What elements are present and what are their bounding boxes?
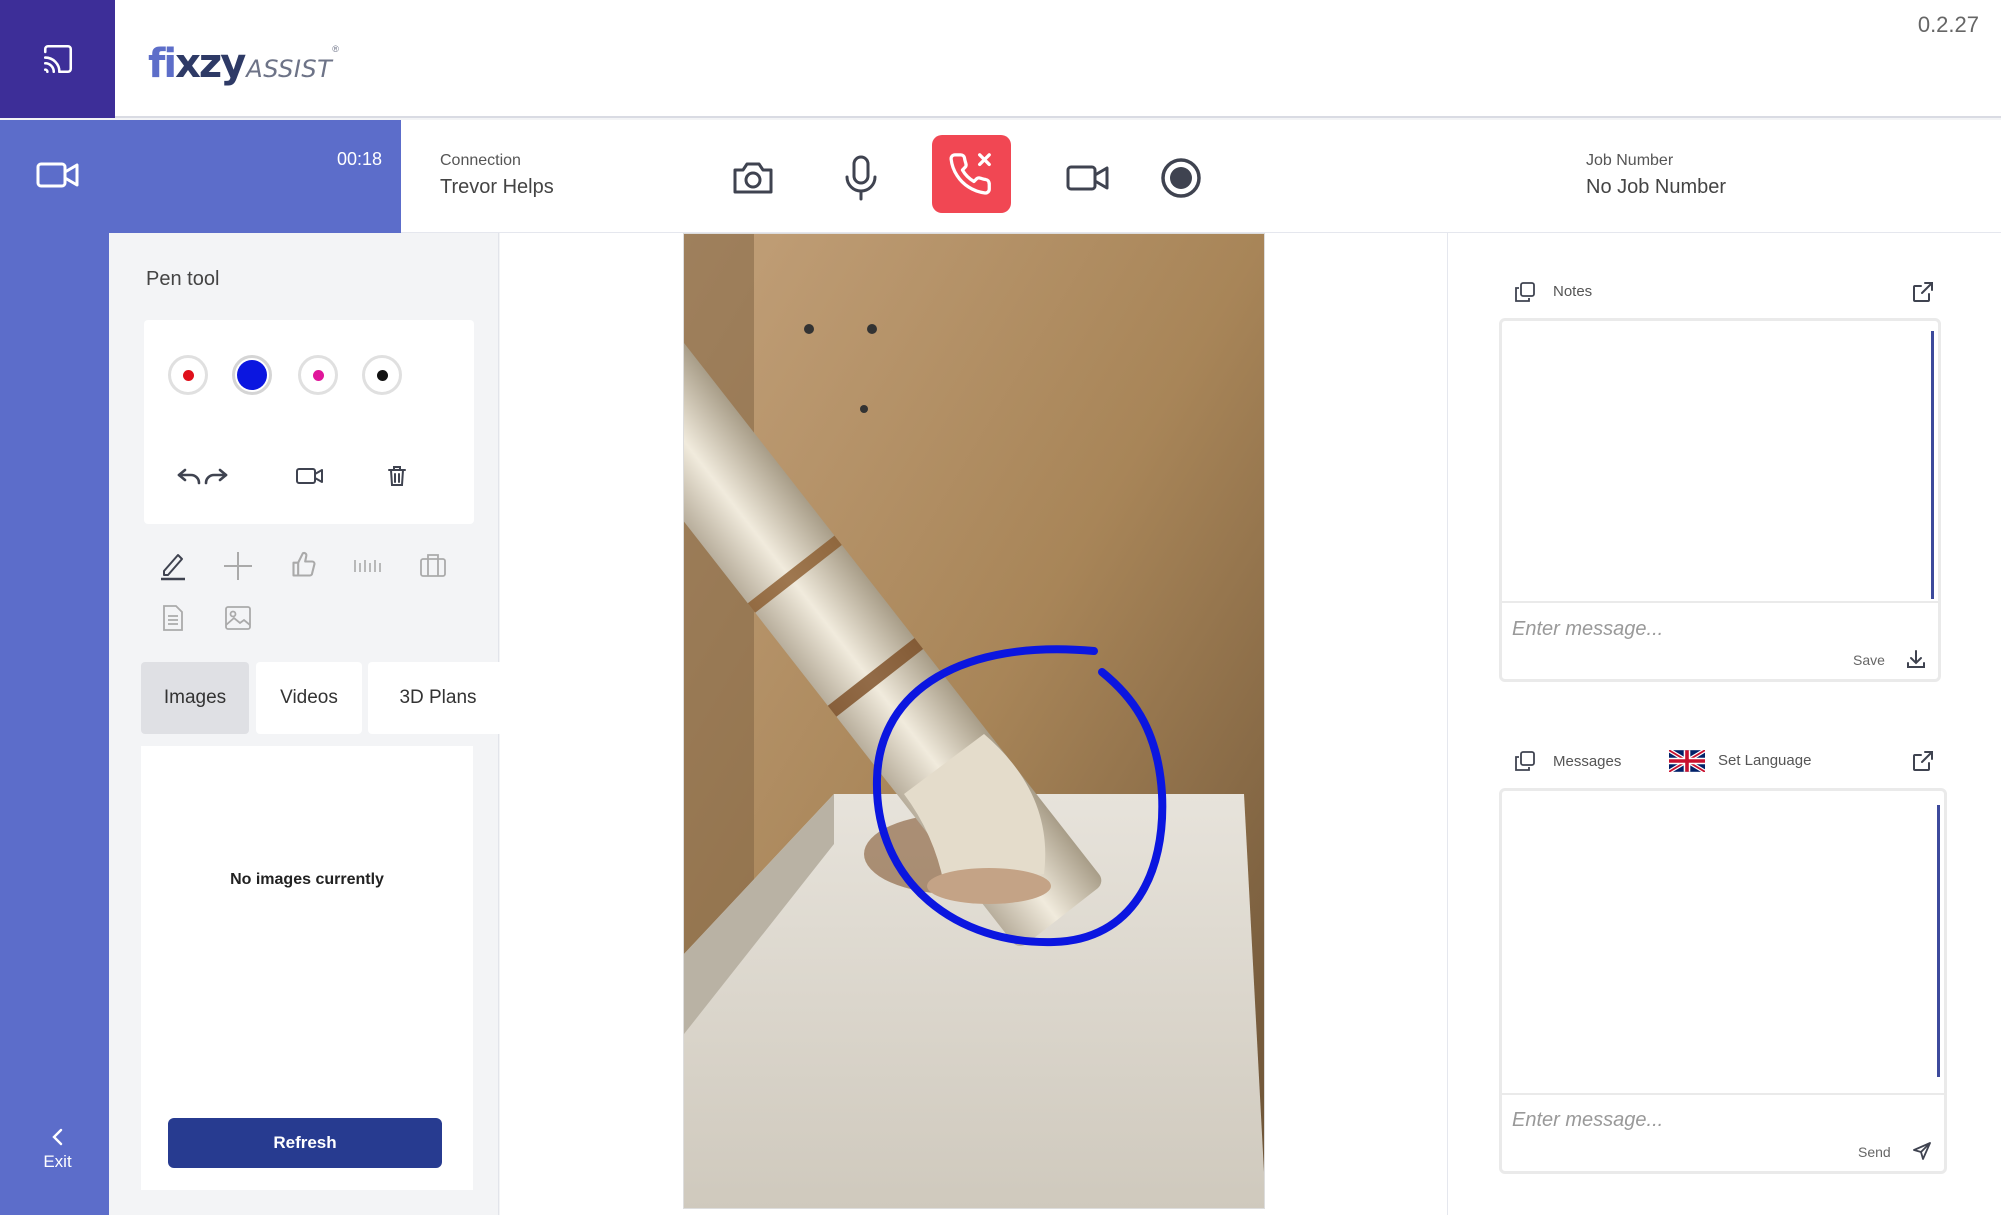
record-icon [1161, 158, 1201, 198]
measure-tool-button[interactable] [352, 550, 384, 582]
document-icon [163, 605, 183, 631]
job-number-label: Job Number [1586, 152, 1674, 169]
toolbox-icon [420, 554, 446, 577]
tab-videos[interactable]: Videos [256, 662, 362, 734]
notes-scrollbar[interactable] [1931, 331, 1934, 599]
color-swatch-red[interactable] [168, 355, 208, 395]
end-call-button[interactable] [932, 135, 1011, 213]
notes-title: Notes [1553, 283, 1593, 300]
logo-brand: fixzy [148, 41, 246, 87]
exit-label: Exit [43, 1152, 72, 1171]
connection-value: Trevor Helps [440, 176, 554, 198]
message-input[interactable]: Enter message... [1512, 1109, 1663, 1132]
image-icon [225, 606, 251, 630]
cast-icon [43, 44, 72, 74]
video-frame-image [684, 234, 1264, 1208]
logo-suffix: ASSIST [246, 55, 333, 83]
camera-button[interactable] [728, 153, 778, 203]
crosshair-icon [224, 552, 252, 580]
end-call-icon [948, 153, 991, 195]
color-swatch-black[interactable] [362, 355, 402, 395]
exit-button[interactable]: Exit [0, 1127, 115, 1172]
undo-button[interactable] [175, 463, 203, 489]
record-button[interactable] [1156, 153, 1206, 203]
undo-icon [177, 468, 201, 485]
video-camera-icon[interactable] [36, 158, 80, 197]
document-tool-button[interactable] [157, 602, 189, 634]
app-version: 0.2.27 [1917, 12, 1979, 37]
pen-tool-button[interactable] [157, 548, 189, 582]
empty-media-message: No images currently [230, 871, 384, 888]
microphone-icon [845, 155, 877, 201]
clear-annotations-button[interactable] [384, 462, 410, 490]
tab-3d-plans[interactable]: 3D Plans [368, 662, 508, 734]
messages-scrollbar[interactable] [1937, 805, 1940, 1077]
ruler-icon [354, 560, 381, 572]
video-camera-icon [296, 468, 323, 484]
download-icon[interactable] [1906, 649, 1926, 674]
microphone-button[interactable] [836, 153, 886, 203]
pencil-icon [161, 554, 185, 581]
toggle-video-button[interactable] [1060, 153, 1116, 203]
chevron-left-icon [51, 1128, 62, 1146]
redo-icon [204, 468, 228, 485]
trash-icon [388, 466, 406, 486]
set-language-button[interactable]: Set Language [1718, 752, 1811, 769]
color-swatch-blue[interactable] [232, 355, 272, 395]
copy-notes-icon[interactable] [1514, 281, 1536, 308]
app-logo: fixzy ASSIST ® [148, 41, 339, 87]
image-tool-button[interactable] [222, 602, 254, 634]
remote-video-feed[interactable] [683, 233, 1265, 1209]
send-icon[interactable] [1912, 1141, 1932, 1166]
open-notes-external-icon[interactable] [1912, 281, 1934, 308]
copy-messages-icon[interactable] [1514, 750, 1536, 777]
connection-label: Connection [440, 152, 521, 169]
thumbs-up-tool-button[interactable] [288, 548, 320, 582]
left-rail [0, 233, 110, 1215]
cast-screen-button[interactable] [0, 0, 115, 118]
open-messages-external-icon[interactable] [1912, 750, 1934, 777]
tab-images[interactable]: Images [141, 662, 249, 734]
crosshair-tool-button[interactable] [222, 550, 254, 582]
pen-tool-card [144, 320, 474, 524]
messages-title: Messages [1553, 753, 1622, 770]
pen-tool-title: Pen tool [146, 268, 220, 290]
color-swatch-magenta[interactable] [298, 355, 338, 395]
snapshot-video-button[interactable] [294, 463, 326, 489]
video-camera-icon [1066, 165, 1109, 191]
send-message-label[interactable]: Send [1858, 1144, 1891, 1160]
uk-flag-icon[interactable] [1667, 748, 1707, 777]
call-timer: 00:18 [337, 149, 383, 169]
toolbox-tool-button[interactable] [417, 548, 449, 582]
thumbs-up-icon [292, 551, 316, 577]
job-number-value: No Job Number [1586, 176, 1727, 198]
notes-input[interactable]: Enter message... [1512, 618, 1663, 641]
save-notes-label[interactable]: Save [1853, 652, 1885, 668]
refresh-button[interactable]: Refresh [168, 1118, 442, 1168]
redo-button[interactable] [202, 463, 230, 489]
camera-icon [733, 162, 773, 194]
